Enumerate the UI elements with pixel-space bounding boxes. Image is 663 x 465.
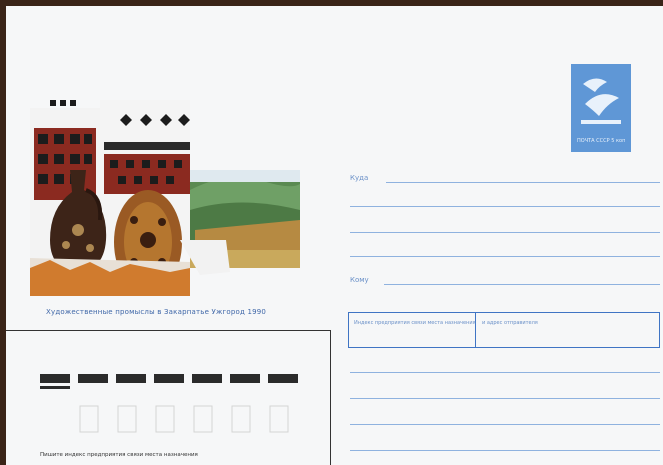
address-line <box>350 206 660 207</box>
address-line <box>386 182 660 183</box>
index-bar <box>78 374 108 383</box>
postage-stamp: ПОЧТА СССР 5 коп <box>571 64 631 152</box>
address-line <box>350 450 660 451</box>
address-line <box>384 284 660 285</box>
index-bar <box>116 374 146 383</box>
index-bar <box>40 374 70 383</box>
illustration-caption: Художественные промыслы в Закарпатье Ужг… <box>46 308 267 316</box>
address-line <box>350 232 660 233</box>
postal-index-box <box>348 312 476 348</box>
address-line <box>350 398 660 399</box>
illustration <box>30 100 302 296</box>
index-bar <box>40 386 70 389</box>
stamp-text: ПОЧТА СССР 5 коп <box>577 138 626 144</box>
index-bar <box>192 374 222 383</box>
index-panel <box>6 330 331 465</box>
bird-emblem-icon <box>581 78 621 124</box>
index-bar <box>268 374 298 383</box>
envelope: Художественные промыслы в Закарпатье Ужг… <box>6 6 663 465</box>
postal-index-label: Индекс предприятия связи места назначени… <box>354 320 476 326</box>
address-line <box>350 424 660 425</box>
index-bar <box>230 374 260 383</box>
address-line <box>350 256 660 257</box>
to-label: Куда <box>350 174 369 182</box>
sender-label: и адрес отправителя <box>482 320 538 326</box>
sender-box <box>476 312 660 348</box>
whom-label: Кому <box>350 276 369 284</box>
address-line <box>350 372 660 373</box>
index-bar <box>154 374 184 383</box>
index-digit-guides <box>79 405 289 433</box>
index-instruction: Пишите индекс предприятия связи места на… <box>40 452 198 458</box>
